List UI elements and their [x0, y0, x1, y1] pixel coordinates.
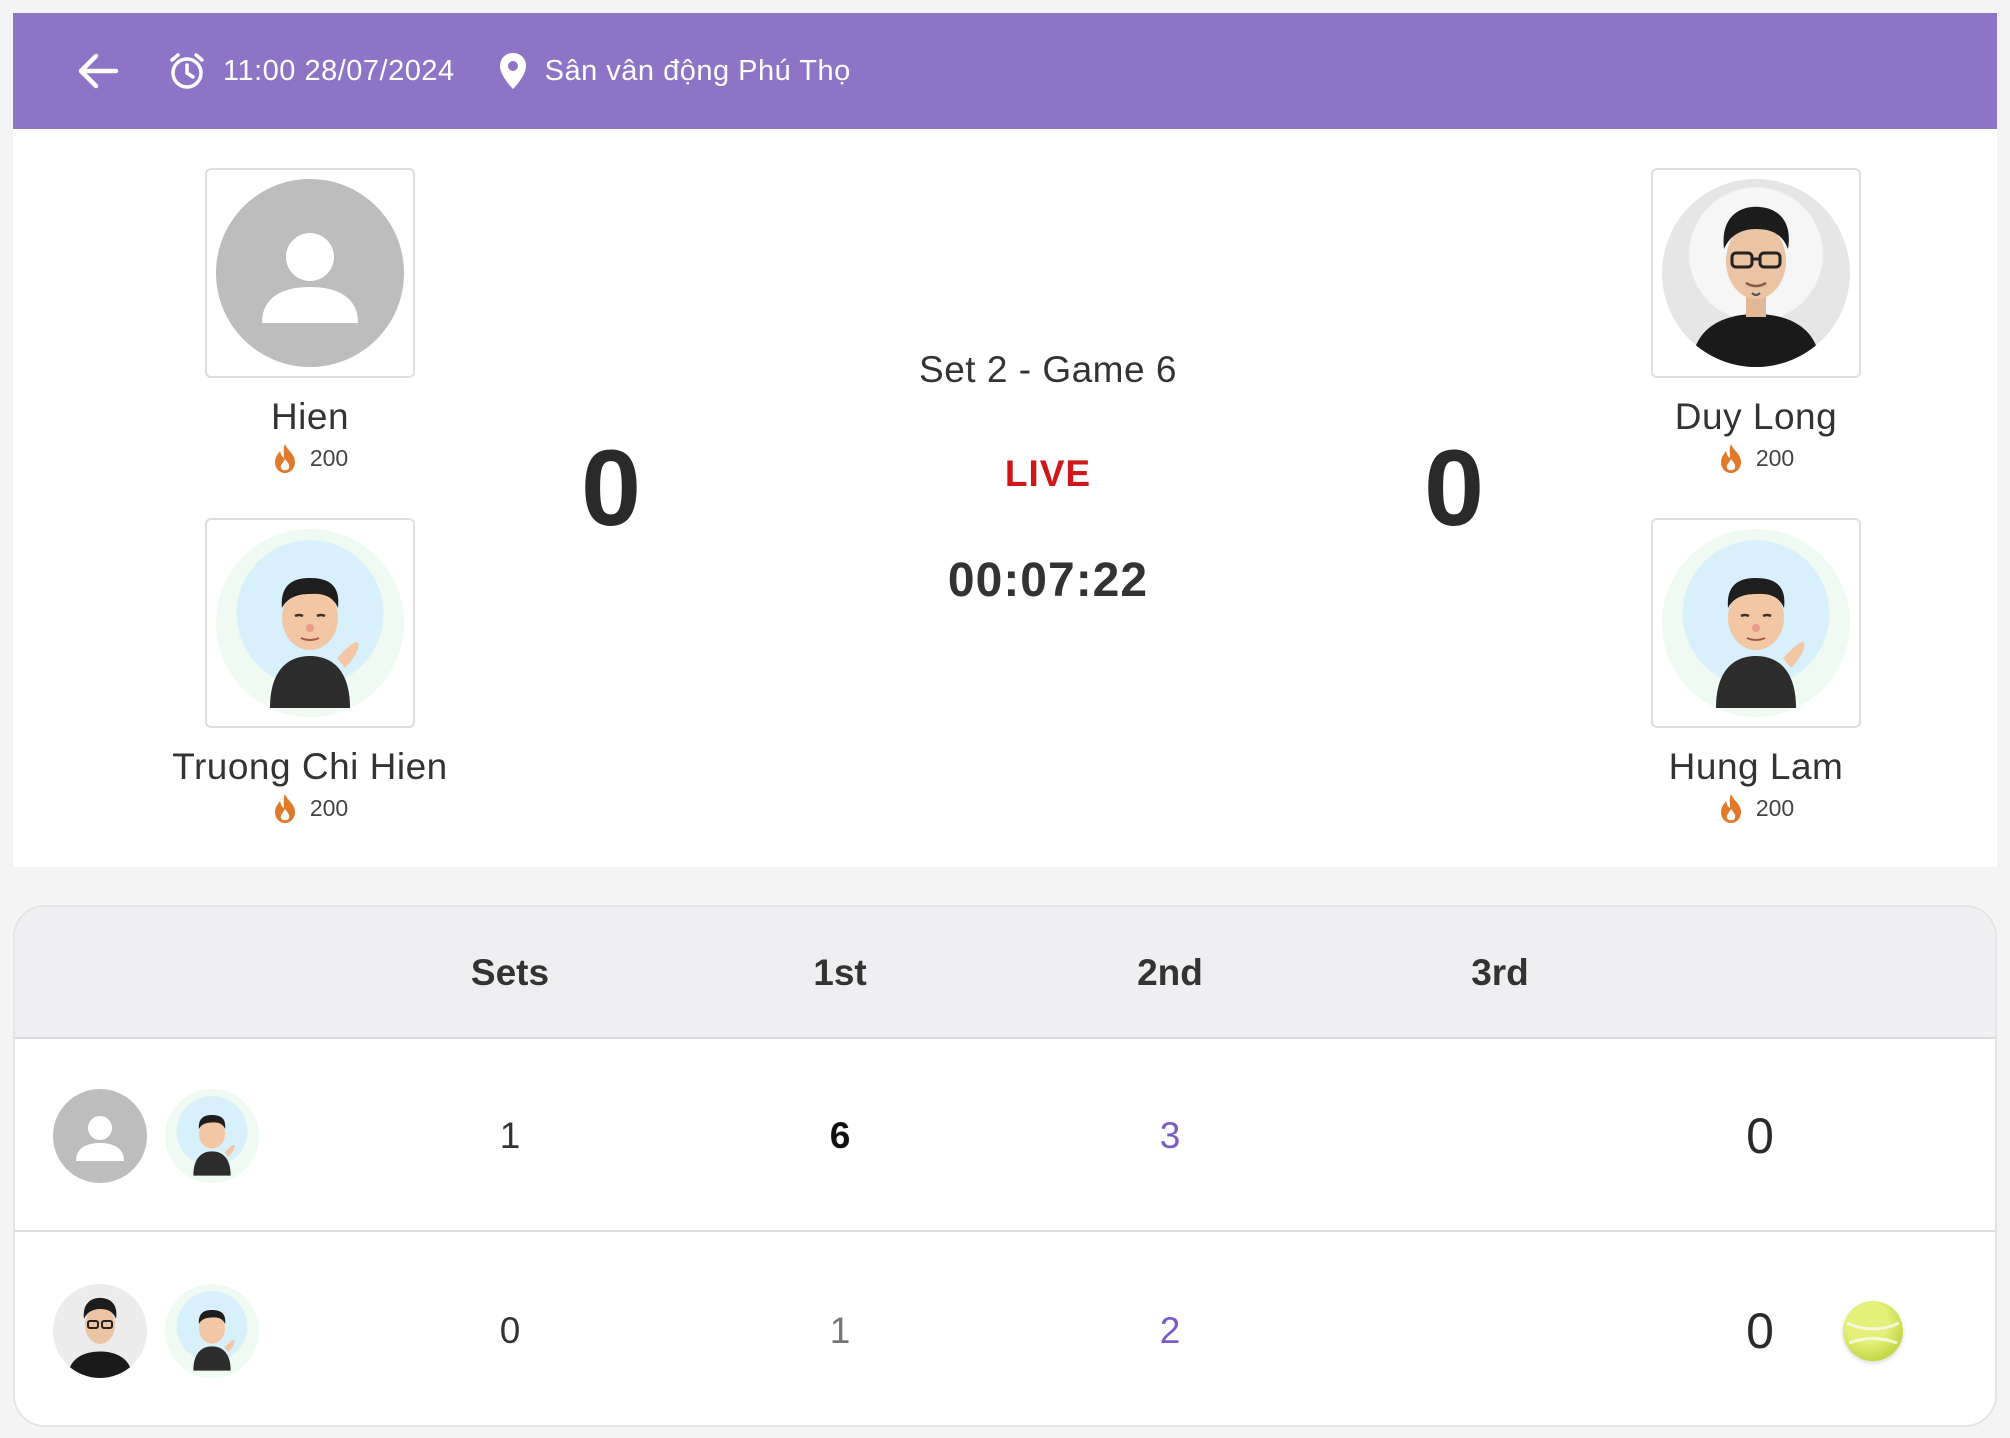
match-datetime: 11:00 28/07/2024 [167, 51, 455, 91]
cartoon-avatar [1662, 529, 1850, 717]
player-name: Truong Chi Hien [172, 746, 448, 787]
tennis-ball-icon [1843, 1301, 1903, 1361]
flame-icon [1720, 794, 1741, 823]
player-points: 200 [272, 442, 348, 474]
team-b-sets: 0 [499, 1309, 521, 1351]
player-points: 200 [272, 792, 348, 824]
match-datetime-text: 11:00 28/07/2024 [223, 54, 455, 87]
map-pin-icon [499, 53, 526, 89]
default-user-icon [53, 1089, 147, 1183]
match-location-text: Sân vân động Phú Thọ [544, 54, 851, 87]
player-card-duy-long[interactable]: Duy Long 200 [1586, 168, 1926, 474]
header-set-3: 3rd [1471, 952, 1529, 993]
scoreboard-table: Sets 1st 2nd 3rd 1 6 3 0 0 1 2 0 [13, 905, 1997, 1427]
player-card-hien[interactable]: Hien 200 [140, 168, 480, 474]
player-avatar-frame [1651, 168, 1861, 378]
cartoon-avatar [165, 1089, 259, 1183]
header-set-2: 2nd [1137, 952, 1203, 993]
player-card-truong-chi-hien[interactable]: Truong Chi Hien 200 [140, 518, 480, 824]
match-timer: 00:07:22 [947, 554, 1149, 607]
flame-icon [274, 444, 295, 473]
cartoon-avatar [165, 1284, 259, 1378]
team-a-set-3 [1400, 1039, 1600, 1232]
match-location: Sân vân động Phú Thọ [497, 51, 851, 91]
table-row-team-b: 0 1 2 0 [15, 1234, 1995, 1425]
player-avatar-frame [1651, 518, 1861, 728]
player-avatar-frame [205, 518, 415, 728]
top-app-bar: 11:00 28/07/2024 Sân vân động Phú Thọ [13, 13, 1997, 129]
team-b-score: 0 [1424, 427, 1485, 548]
player-card-hung-lam[interactable]: Hung Lam 200 [1586, 518, 1926, 824]
team-a-sets: 1 [499, 1114, 521, 1156]
alarm-clock-icon [170, 53, 204, 89]
match-status-center: Set 2 - Game 6 LIVE 00:07:22 [858, 349, 1238, 608]
photo-avatar [53, 1284, 147, 1378]
default-user-icon [216, 179, 404, 367]
arrow-left-icon [78, 53, 119, 89]
live-badge: LIVE [1004, 453, 1092, 494]
header-set-1: 1st [813, 952, 867, 993]
team-b-set-3 [1400, 1234, 1600, 1425]
team-a-set-2: 3 [1159, 1114, 1181, 1156]
player-points: 200 [1718, 792, 1794, 824]
table-row-team-a: 1 6 3 0 [15, 1039, 1995, 1232]
player-name: Duy Long [1674, 396, 1838, 437]
flame-icon [1720, 444, 1741, 473]
team-a-game-points: 0 [1746, 1107, 1774, 1164]
player-avatar-frame [205, 168, 415, 378]
player-name: Hung Lam [1668, 746, 1844, 787]
photo-avatar [1662, 179, 1850, 367]
player-points: 200 [1718, 442, 1794, 474]
team-b-set-1: 1 [829, 1309, 851, 1351]
team-a-score: 0 [581, 427, 642, 548]
match-panel: Hien 200 Truong Chi Hien 200 0 0 Set 2 -… [13, 129, 1997, 867]
header-sets: Sets [470, 952, 550, 993]
cartoon-avatar [216, 529, 404, 717]
set-game-label: Set 2 - Game 6 [919, 349, 1177, 390]
player-name: Hien [270, 396, 350, 437]
team-a-set-1: 6 [829, 1114, 851, 1156]
flame-icon [274, 794, 295, 823]
team-b-set-2: 2 [1159, 1309, 1181, 1351]
back-button[interactable] [63, 36, 133, 106]
scoreboard-header: Sets 1st 2nd 3rd [15, 907, 1995, 1039]
team-b-game-points: 0 [1746, 1302, 1774, 1359]
